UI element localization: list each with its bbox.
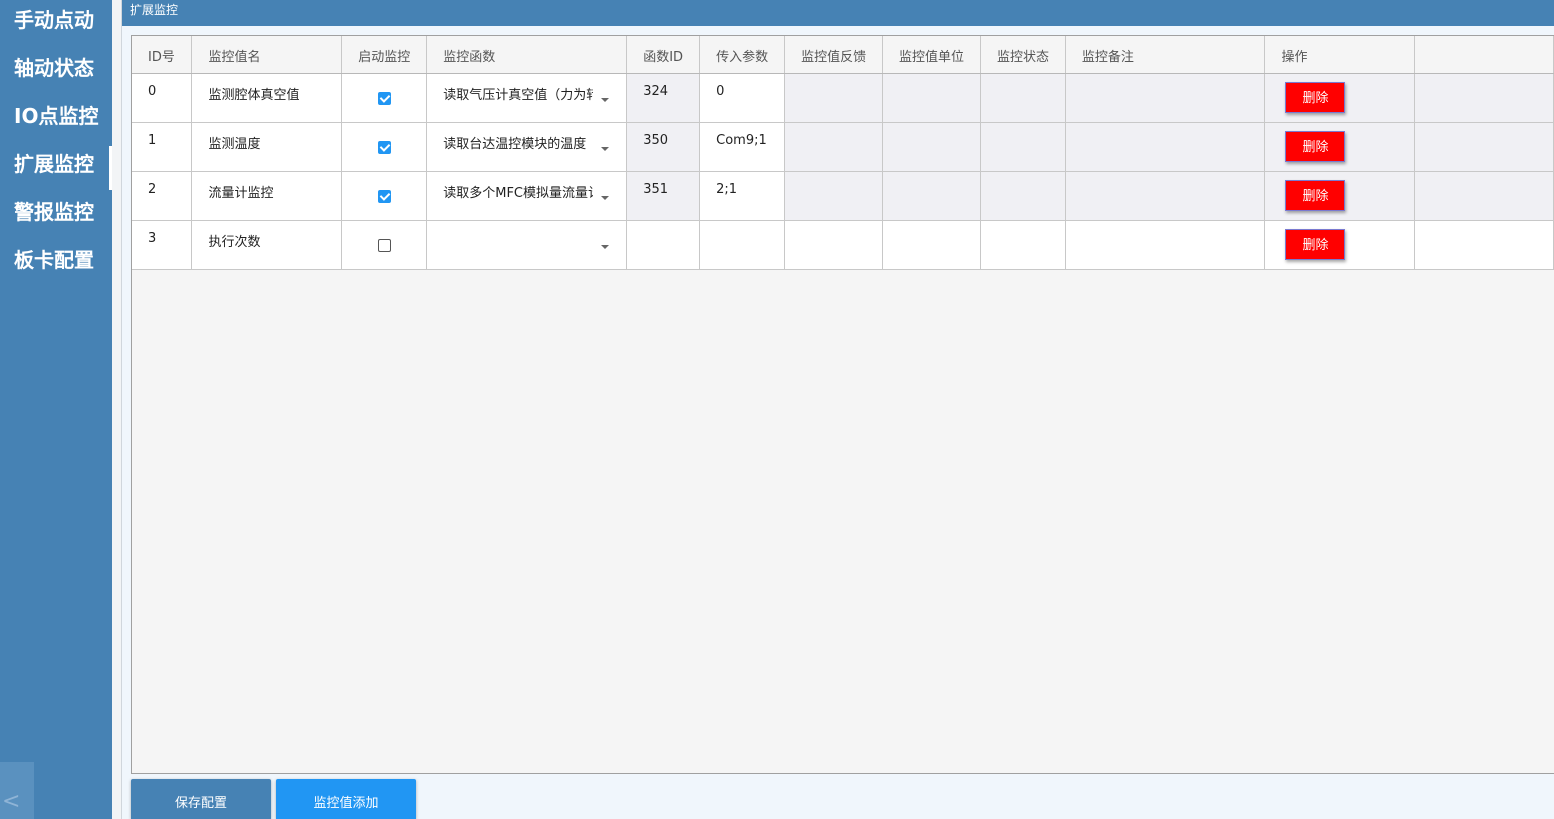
delete-button[interactable]: 删除: [1285, 228, 1346, 260]
enabled-checkbox[interactable]: [377, 189, 391, 203]
enabled-checkbox[interactable]: [377, 238, 391, 252]
cell-filler: [1414, 220, 1554, 270]
sidebar-item-axis-status[interactable]: 轴动状态: [0, 48, 112, 92]
chevron-down-icon: [601, 195, 610, 200]
function-dropdown[interactable]: 读取台达温控模块的温度: [443, 133, 613, 163]
cell-remark[interactable]: [1065, 73, 1266, 123]
enabled-checkbox[interactable]: [377, 91, 391, 105]
cell-feedback[interactable]: [784, 220, 883, 270]
cell-function[interactable]: 读取多个MFC模拟量流量计: [426, 171, 628, 221]
column-header-params[interactable]: 传入参数: [699, 36, 786, 74]
panel-title: 扩展监控: [122, 0, 1554, 26]
column-header-action[interactable]: 操作: [1264, 36, 1416, 74]
cell-feedback[interactable]: [784, 122, 883, 172]
cell-action: 删除: [1264, 122, 1416, 172]
cell-function[interactable]: 读取台达温控模块的温度: [426, 122, 628, 172]
cell-enabled[interactable]: [341, 73, 428, 123]
cell-enabled[interactable]: [341, 220, 428, 270]
cell-filler: [1414, 73, 1554, 123]
cell-feedback[interactable]: [784, 171, 883, 221]
cell-feedback[interactable]: [784, 73, 883, 123]
column-header-unit[interactable]: 监控值单位: [882, 36, 981, 74]
monitor-table: ID号 监控值名 启动监控 监控函数 函数ID 传入参数 监控值反馈 监控值单位…: [131, 35, 1554, 774]
cell-id[interactable]: 3: [132, 220, 193, 270]
column-header-function-id[interactable]: 函数ID: [626, 36, 701, 74]
save-config-button[interactable]: 保存配置: [131, 779, 271, 819]
cell-unit[interactable]: [882, 220, 981, 270]
cell-id[interactable]: 1: [132, 122, 193, 172]
cell-unit[interactable]: [882, 122, 981, 172]
cell-status[interactable]: [980, 220, 1066, 270]
table-row[interactable]: 2 流量计监控 读取多个MFC模拟量流量计 351 2;1 删除: [132, 171, 1554, 221]
sidebar-item-io-monitor[interactable]: IO点监控: [0, 96, 112, 140]
cell-status[interactable]: [980, 73, 1066, 123]
delete-button[interactable]: 删除: [1285, 81, 1346, 113]
function-dropdown[interactable]: [443, 231, 613, 261]
cell-function-id[interactable]: 350: [626, 122, 701, 172]
cell-params[interactable]: Com9;1: [699, 122, 786, 172]
cell-function-id[interactable]: 351: [626, 171, 701, 221]
sidebar-splitter: [112, 0, 121, 819]
table-row[interactable]: 3 执行次数 删除: [132, 220, 1554, 270]
column-header-filler: [1414, 36, 1554, 74]
function-dropdown[interactable]: 读取气压计真空值（力为转: [443, 84, 613, 114]
cell-name[interactable]: 监测温度: [191, 122, 343, 172]
column-header-remark[interactable]: 监控备注: [1065, 36, 1266, 74]
table-header-row: ID号 监控值名 启动监控 监控函数 函数ID 传入参数 监控值反馈 监控值单位…: [132, 36, 1554, 74]
cell-function-id[interactable]: 324: [626, 73, 701, 123]
cell-params[interactable]: 0: [699, 73, 786, 123]
chevron-down-icon: [601, 244, 610, 249]
enabled-checkbox[interactable]: [377, 140, 391, 154]
cell-params[interactable]: 2;1: [699, 171, 786, 221]
function-dropdown-value: 读取气压计真空值（力为转: [443, 87, 594, 103]
column-header-id[interactable]: ID号: [132, 36, 193, 74]
cell-name[interactable]: 执行次数: [191, 220, 343, 270]
cell-name[interactable]: 流量计监控: [191, 171, 343, 221]
sidebar-item-extended-monitor[interactable]: 扩展监控: [0, 144, 112, 190]
delete-button[interactable]: 删除: [1285, 179, 1346, 211]
function-dropdown-value: 读取多个MFC模拟量流量计: [443, 185, 594, 201]
sidebar-item-manual-jog[interactable]: 手动点动: [0, 0, 112, 44]
table-row[interactable]: 0 监测腔体真空值 读取气压计真空值（力为转 324 0 删除: [132, 73, 1554, 123]
sidebar-item-board-config[interactable]: 板卡配置: [0, 240, 112, 284]
cell-remark[interactable]: [1065, 122, 1266, 172]
chevron-down-icon: [601, 146, 610, 151]
column-header-function[interactable]: 监控函数: [426, 36, 628, 74]
cell-params[interactable]: [699, 220, 786, 270]
cell-action: 删除: [1264, 171, 1416, 221]
chevron-down-icon: [601, 97, 610, 102]
cell-status[interactable]: [980, 171, 1066, 221]
sidebar-item-alarm-monitor[interactable]: 警报监控: [0, 192, 112, 236]
cell-enabled[interactable]: [341, 171, 428, 221]
cell-remark[interactable]: [1065, 220, 1266, 270]
cell-action: 删除: [1264, 220, 1416, 270]
sidebar-collapse-button[interactable]: <: [0, 762, 34, 819]
cell-status[interactable]: [980, 122, 1066, 172]
column-header-enabled[interactable]: 启动监控: [341, 36, 428, 74]
cell-remark[interactable]: [1065, 171, 1266, 221]
column-header-feedback[interactable]: 监控值反馈: [784, 36, 883, 74]
add-monitor-value-button[interactable]: 监控值添加: [276, 779, 416, 819]
cell-name[interactable]: 监测腔体真空值: [191, 73, 343, 123]
table-row[interactable]: 1 监测温度 读取台达温控模块的温度 350 Com9;1 删除: [132, 122, 1554, 172]
delete-button[interactable]: 删除: [1285, 130, 1346, 162]
sidebar: 手动点动 轴动状态 IO点监控 扩展监控 警报监控 板卡配置 <: [0, 0, 112, 819]
cell-function[interactable]: [426, 220, 628, 270]
cell-enabled[interactable]: [341, 122, 428, 172]
cell-filler: [1414, 171, 1554, 221]
cell-action: 删除: [1264, 73, 1416, 123]
cell-filler: [1414, 122, 1554, 172]
column-header-status[interactable]: 监控状态: [980, 36, 1066, 74]
cell-id[interactable]: 0: [132, 73, 193, 123]
cell-unit[interactable]: [882, 171, 981, 221]
column-header-name[interactable]: 监控值名: [191, 36, 343, 74]
cell-function[interactable]: 读取气压计真空值（力为转: [426, 73, 628, 123]
cell-function-id[interactable]: [626, 220, 701, 270]
cell-id[interactable]: 2: [132, 171, 193, 221]
function-dropdown[interactable]: 读取多个MFC模拟量流量计: [443, 182, 613, 212]
cell-unit[interactable]: [882, 73, 981, 123]
function-dropdown-value: 读取台达温控模块的温度: [443, 136, 587, 152]
